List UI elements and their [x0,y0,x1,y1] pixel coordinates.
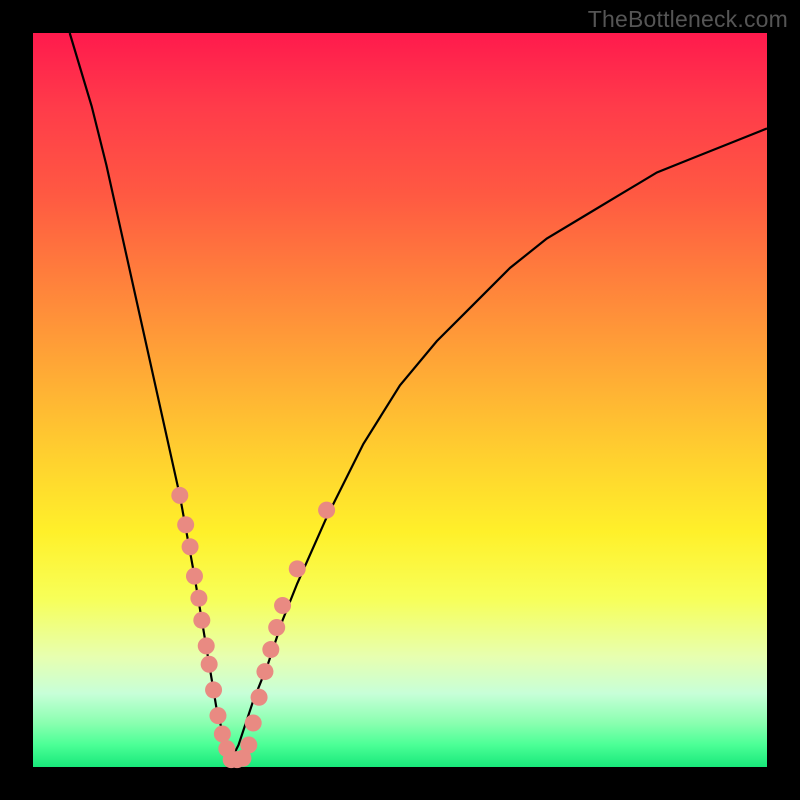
sample-dot [193,612,210,629]
sample-dot [274,597,291,614]
sample-dot [289,560,306,577]
sample-dot [171,487,188,504]
sample-dot [186,568,203,585]
sample-dot [318,502,335,519]
sample-dot [268,619,285,636]
chart-frame: TheBottleneck.com [0,0,800,800]
sample-dot [251,689,268,706]
sample-dot [214,725,231,742]
sample-dot [201,656,218,673]
sample-dot [262,641,279,658]
sample-dot [182,538,199,555]
sample-dots-group [171,487,335,768]
right-curve [231,128,767,759]
sample-dot [177,516,194,533]
sample-dot [240,736,257,753]
chart-svg [33,33,767,767]
sample-dot [190,590,207,607]
plot-area [33,33,767,767]
sample-dot [256,663,273,680]
sample-dot [198,637,215,654]
sample-dot [205,681,222,698]
sample-dot [245,714,262,731]
sample-dot [209,707,226,724]
watermark-text: TheBottleneck.com [588,6,788,33]
